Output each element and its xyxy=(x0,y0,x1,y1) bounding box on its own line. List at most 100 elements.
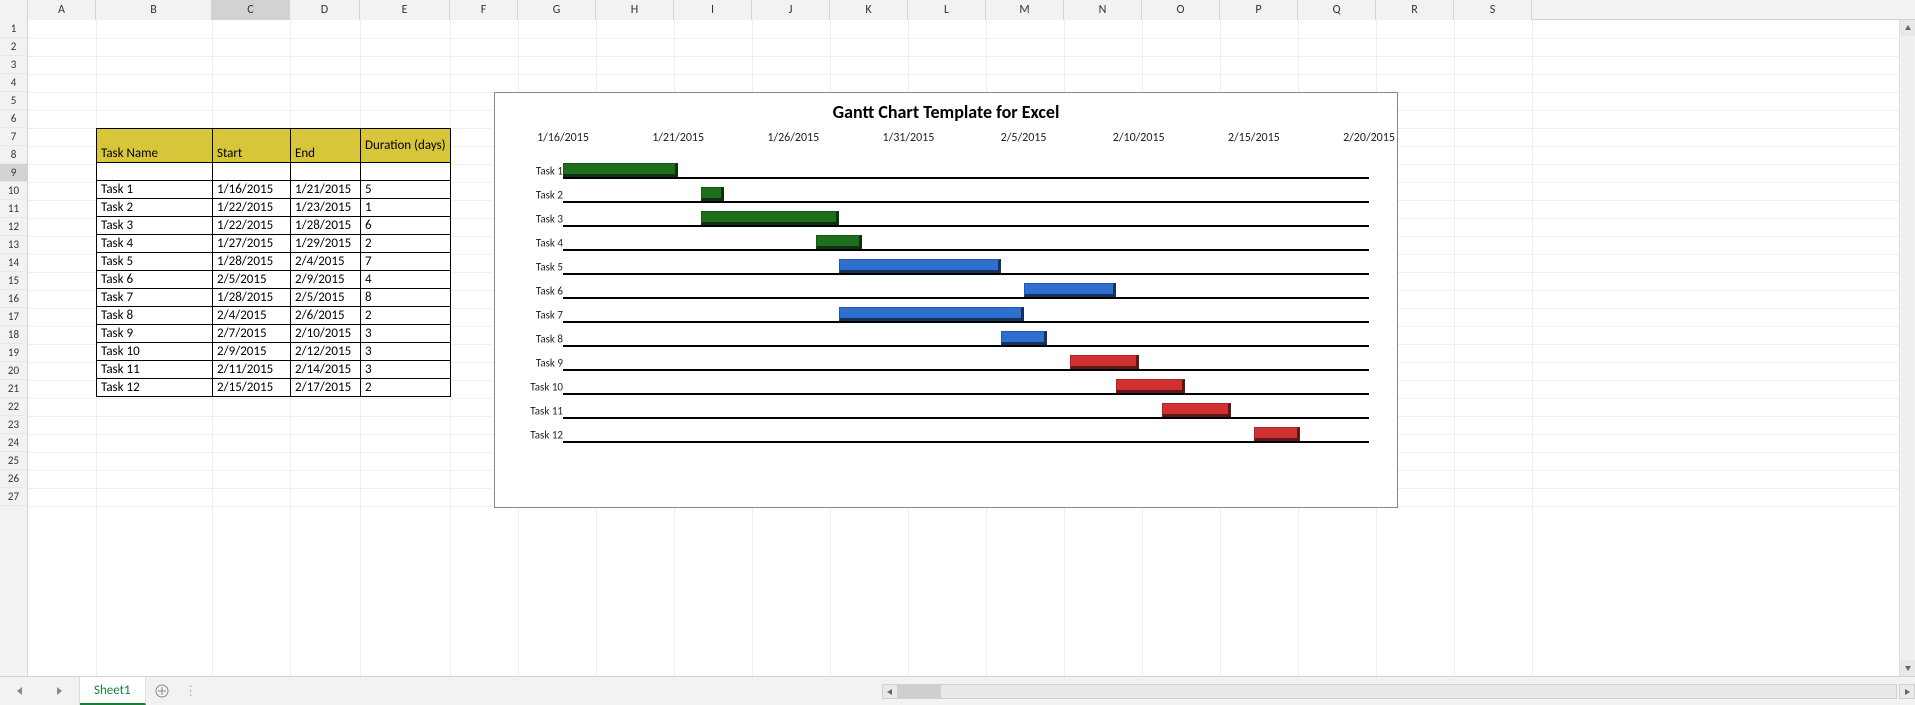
sheet-tab-active[interactable]: Sheet1 xyxy=(80,677,146,705)
table-cell[interactable]: 3 xyxy=(361,325,451,343)
column-header-G[interactable]: G xyxy=(518,0,596,20)
column-header-F[interactable]: F xyxy=(450,0,518,20)
table-cell[interactable]: 2/10/2015 xyxy=(291,325,361,343)
table-cell[interactable]: 1/16/2015 xyxy=(213,181,291,199)
table-cell[interactable]: 1/28/2015 xyxy=(213,289,291,307)
add-sheet-button[interactable] xyxy=(146,677,178,705)
scroll-down-arrow[interactable] xyxy=(1900,660,1915,676)
tab-scroll-separator[interactable]: ⋮ xyxy=(188,684,194,699)
table-cell[interactable]: 1/28/2015 xyxy=(291,217,361,235)
table-cell[interactable]: 2/6/2015 xyxy=(291,307,361,325)
table-cell[interactable]: 2/4/2015 xyxy=(291,253,361,271)
scroll-right-arrow[interactable] xyxy=(1899,684,1915,699)
table-cell[interactable]: 1/23/2015 xyxy=(291,199,361,217)
column-header-O[interactable]: O xyxy=(1142,0,1220,20)
row-header-18[interactable]: 18 xyxy=(0,326,27,344)
table-cell[interactable]: 1/28/2015 xyxy=(213,253,291,271)
table-cell[interactable] xyxy=(213,163,291,181)
tab-nav-next-icon[interactable] xyxy=(54,686,64,696)
row-header-4[interactable]: 4 xyxy=(0,74,27,92)
gantt-chart[interactable]: Gantt Chart Template for Excel 1/16/2015… xyxy=(494,92,1398,508)
row-header-5[interactable]: 5 xyxy=(0,92,27,110)
column-header-H[interactable]: H xyxy=(596,0,674,20)
table-cell[interactable]: Task 5 xyxy=(97,253,213,271)
table-cell[interactable]: 1/22/2015 xyxy=(213,199,291,217)
table-cell[interactable]: 2/11/2015 xyxy=(213,361,291,379)
row-header-8[interactable]: 8 xyxy=(0,146,27,164)
table-cell[interactable]: Task 9 xyxy=(97,325,213,343)
table-cell[interactable]: Task 10 xyxy=(97,343,213,361)
table-cell[interactable]: 2 xyxy=(361,235,451,253)
table-cell[interactable]: 2 xyxy=(361,379,451,397)
table-cell[interactable]: 4 xyxy=(361,271,451,289)
horizontal-scroll-track[interactable] xyxy=(898,684,1897,699)
row-header-23[interactable]: 23 xyxy=(0,416,27,434)
table-cell[interactable]: 2/5/2015 xyxy=(291,289,361,307)
table-cell[interactable]: 2/14/2015 xyxy=(291,361,361,379)
table-cell[interactable]: 2/9/2015 xyxy=(213,343,291,361)
table-cell[interactable]: Task 4 xyxy=(97,235,213,253)
table-cell[interactable]: 1/27/2015 xyxy=(213,235,291,253)
column-header-B[interactable]: B xyxy=(96,0,212,20)
table-cell[interactable]: Task 6 xyxy=(97,271,213,289)
table-cell[interactable] xyxy=(97,163,213,181)
task-table[interactable]: Task NameStartEndDuration (days) Task 11… xyxy=(96,128,451,397)
column-header-A[interactable]: A xyxy=(28,0,96,20)
column-header-R[interactable]: R xyxy=(1376,0,1454,20)
row-header-12[interactable]: 12 xyxy=(0,218,27,236)
row-header-14[interactable]: 14 xyxy=(0,254,27,272)
row-header-10[interactable]: 10 xyxy=(0,182,27,200)
row-header-26[interactable]: 26 xyxy=(0,470,27,488)
horizontal-scroll-thumb[interactable] xyxy=(899,685,941,698)
column-header-L[interactable]: L xyxy=(908,0,986,20)
column-header-E[interactable]: E xyxy=(360,0,450,20)
table-cell[interactable]: 2/17/2015 xyxy=(291,379,361,397)
row-header-20[interactable]: 20 xyxy=(0,362,27,380)
column-header-I[interactable]: I xyxy=(674,0,752,20)
table-cell[interactable]: 2/7/2015 xyxy=(213,325,291,343)
column-header-D[interactable]: D xyxy=(290,0,360,20)
table-cell[interactable]: Task 8 xyxy=(97,307,213,325)
scroll-left-arrow[interactable] xyxy=(882,684,898,699)
table-cell[interactable]: Task 1 xyxy=(97,181,213,199)
table-cell[interactable]: Task 12 xyxy=(97,379,213,397)
row-header-3[interactable]: 3 xyxy=(0,56,27,74)
row-header-22[interactable]: 22 xyxy=(0,398,27,416)
table-cell[interactable]: 3 xyxy=(361,343,451,361)
table-cell[interactable]: Task 2 xyxy=(97,199,213,217)
table-cell[interactable]: 2/15/2015 xyxy=(213,379,291,397)
row-header-15[interactable]: 15 xyxy=(0,272,27,290)
table-cell[interactable]: 3 xyxy=(361,361,451,379)
table-cell[interactable]: 7 xyxy=(361,253,451,271)
row-header-6[interactable]: 6 xyxy=(0,110,27,128)
table-cell[interactable]: 1/29/2015 xyxy=(291,235,361,253)
row-header-7[interactable]: 7 xyxy=(0,128,27,146)
table-cell[interactable]: 5 xyxy=(361,181,451,199)
table-cell[interactable]: 1 xyxy=(361,199,451,217)
worksheet-grid[interactable]: Task NameStartEndDuration (days) Task 11… xyxy=(28,20,1899,676)
table-cell[interactable]: Task 7 xyxy=(97,289,213,307)
column-header-K[interactable]: K xyxy=(830,0,908,20)
scroll-up-arrow[interactable] xyxy=(1900,20,1915,36)
row-header-17[interactable]: 17 xyxy=(0,308,27,326)
column-header-N[interactable]: N xyxy=(1064,0,1142,20)
column-header-J[interactable]: J xyxy=(752,0,830,20)
row-header-13[interactable]: 13 xyxy=(0,236,27,254)
table-cell[interactable]: 2/4/2015 xyxy=(213,307,291,325)
column-header-P[interactable]: P xyxy=(1220,0,1298,20)
tab-nav-prev-icon[interactable] xyxy=(15,686,25,696)
table-cell[interactable]: 1/21/2015 xyxy=(291,181,361,199)
table-cell[interactable]: Task 3 xyxy=(97,217,213,235)
row-header-25[interactable]: 25 xyxy=(0,452,27,470)
column-header-M[interactable]: M xyxy=(986,0,1064,20)
table-cell[interactable] xyxy=(291,163,361,181)
column-header-C[interactable]: C xyxy=(212,0,290,20)
table-cell[interactable]: 2/9/2015 xyxy=(291,271,361,289)
table-cell[interactable]: 6 xyxy=(361,217,451,235)
row-header-16[interactable]: 16 xyxy=(0,290,27,308)
table-cell[interactable]: 2/5/2015 xyxy=(213,271,291,289)
table-cell[interactable]: 8 xyxy=(361,289,451,307)
select-all-corner[interactable] xyxy=(0,0,28,20)
table-cell[interactable]: 1/22/2015 xyxy=(213,217,291,235)
row-header-21[interactable]: 21 xyxy=(0,380,27,398)
